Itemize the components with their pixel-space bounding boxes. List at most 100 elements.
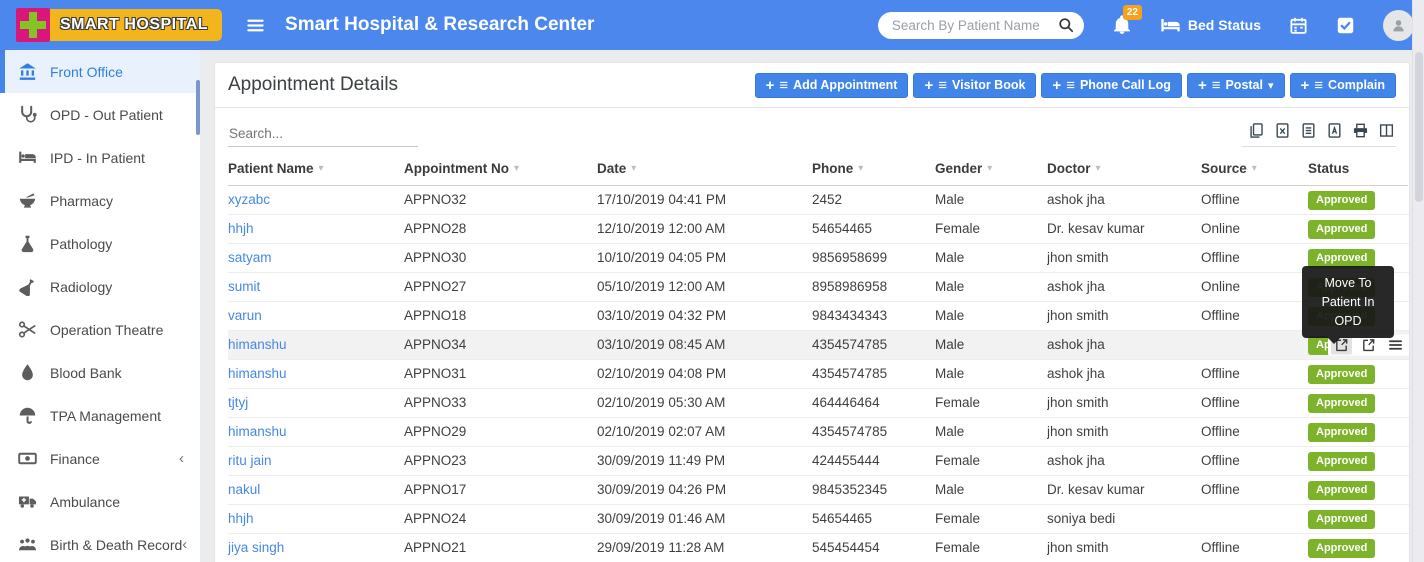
sidebar-item[interactable]: IPD - In Patient ‹ — [0, 136, 200, 179]
scrollbar-thumb[interactable] — [1415, 52, 1423, 202]
cell-date: 05/10/2019 12:00 AM — [597, 273, 812, 301]
patient-search-input[interactable] — [892, 18, 1058, 33]
column-header[interactable]: Doctor — [1047, 151, 1201, 185]
sidebar-item[interactable]: Pharmacy ‹ — [0, 179, 200, 222]
sidebar-item[interactable]: Blood Bank ‹ — [0, 351, 200, 394]
notifications-button[interactable]: 22 — [1112, 15, 1132, 35]
move-action-button[interactable] — [1358, 336, 1379, 355]
patient-link[interactable]: hhjh — [228, 221, 254, 236]
table-row[interactable]: himanshu APPNO29 02/10/2019 02:07 AM 435… — [228, 418, 1409, 447]
cell-doctor: jhon smith — [1047, 534, 1201, 562]
cell-source: Offline — [1201, 360, 1308, 388]
sort-icon[interactable] — [631, 163, 636, 174]
row-menu-button[interactable] — [1385, 336, 1406, 355]
sort-icon[interactable] — [858, 163, 863, 174]
patient-link[interactable]: nakul — [228, 482, 260, 497]
sidebar-scrollbar-thumb[interactable] — [196, 80, 200, 135]
export-icon — [1300, 122, 1317, 139]
table-row[interactable]: hhjh APPNO28 12/10/2019 12:00 AM 5465446… — [228, 215, 1409, 244]
patient-link[interactable]: hhjh — [228, 511, 254, 526]
search-icon[interactable] — [1058, 17, 1074, 33]
sort-icon[interactable] — [319, 163, 324, 174]
table-row[interactable]: varun APPNO18 03/10/2019 04:32 PM 984343… — [228, 302, 1409, 331]
column-header[interactable]: Phone — [812, 151, 935, 185]
app-title: Smart Hospital & Research Center — [285, 14, 594, 36]
sidebar-item[interactable]: Front Office ‹ — [0, 50, 200, 93]
sort-icon[interactable] — [987, 163, 992, 174]
patient-link[interactable]: ritu jain — [228, 453, 272, 468]
export-icon — [1326, 122, 1343, 139]
status-badge: Approved — [1308, 191, 1375, 211]
sidebar-toggle-button[interactable] — [246, 16, 265, 35]
patient-link[interactable]: himanshu — [228, 337, 287, 352]
toolbar-button[interactable]: Complain — [1290, 73, 1396, 98]
sidebar-item[interactable]: Ambulance ‹ — [0, 480, 200, 523]
table-row[interactable]: satyam APPNO30 10/10/2019 04:05 PM 98569… — [228, 244, 1409, 273]
cell-date: 02/10/2019 02:07 AM — [597, 418, 812, 446]
export-button[interactable] — [1378, 122, 1395, 139]
patient-link[interactable]: tjtyj — [228, 395, 248, 410]
patient-link[interactable]: sumit — [228, 279, 260, 294]
table-search-input[interactable] — [228, 123, 418, 147]
export-button[interactable] — [1352, 122, 1369, 139]
sidebar-item[interactable]: OPD - Out Patient ‹ — [0, 93, 200, 136]
sidebar-item-icon — [18, 363, 37, 382]
export-button[interactable] — [1300, 122, 1317, 139]
cell-patient-name: sumit — [228, 273, 404, 301]
cell-gender: Female — [935, 505, 1047, 533]
sidebar-item[interactable]: Operation Theatre ‹ — [0, 308, 200, 351]
cell-source: Offline — [1201, 186, 1308, 214]
sidebar-item[interactable]: Pathology ‹ — [0, 222, 200, 265]
patient-link[interactable]: himanshu — [228, 366, 287, 381]
table-row[interactable]: nakul APPNO17 30/09/2019 04:26 PM 984535… — [228, 476, 1409, 505]
toolbar-button[interactable]: Postal — [1187, 73, 1285, 98]
sort-icon[interactable] — [1252, 163, 1257, 174]
user-avatar[interactable] — [1383, 10, 1414, 41]
column-header[interactable]: Appointment No — [404, 151, 597, 185]
table-row[interactable]: ritu jain APPNO23 30/09/2019 11:49 PM 42… — [228, 447, 1409, 476]
column-header[interactable]: Source — [1201, 151, 1308, 185]
table-row[interactable]: himanshu APPNO31 02/10/2019 04:08 PM 435… — [228, 360, 1409, 389]
export-button[interactable] — [1326, 122, 1343, 139]
cell-appointment-no: APPNO32 — [404, 186, 597, 214]
toolbar-button[interactable]: Phone Call Log — [1041, 73, 1182, 98]
table-row[interactable]: jiya singh APPNO21 29/09/2019 11:28 AM 5… — [228, 534, 1409, 562]
cell-date: 30/09/2019 01:46 AM — [597, 505, 812, 533]
cell-patient-name: jiya singh — [228, 534, 404, 562]
patient-search[interactable] — [878, 12, 1084, 39]
caret-down-icon — [1268, 79, 1274, 92]
table-row[interactable]: tjtyj APPNO33 02/10/2019 05:30 AM 464446… — [228, 389, 1409, 418]
sidebar-item[interactable]: Radiology ‹ — [0, 265, 200, 308]
tasks-icon[interactable] — [1336, 16, 1355, 35]
app-logo[interactable]: SMART HOSPITAL — [16, 7, 222, 43]
table-row[interactable]: himanshu APPNO34 03/10/2019 08:45 AM 435… — [228, 331, 1409, 360]
sidebar-item[interactable]: Birth & Death Record ‹ — [0, 523, 200, 562]
column-header[interactable]: Gender — [935, 151, 1047, 185]
patient-link[interactable]: himanshu — [228, 424, 287, 439]
table-row[interactable]: sumit APPNO27 05/10/2019 12:00 AM 895898… — [228, 273, 1409, 302]
column-header[interactable]: Date — [597, 151, 812, 185]
sidebar-item[interactable]: TPA Management ‹ — [0, 394, 200, 437]
cell-doctor: Dr. kesav kumar — [1047, 215, 1201, 243]
column-header[interactable]: Status — [1308, 151, 1408, 185]
patient-link[interactable]: jiya singh — [228, 540, 284, 555]
sort-icon[interactable] — [1096, 163, 1101, 174]
bed-status-button[interactable]: Bed Status — [1160, 15, 1261, 36]
page-scrollbar[interactable] — [1412, 0, 1424, 562]
calendar-icon[interactable] — [1289, 16, 1308, 35]
patient-link[interactable]: xyzabc — [228, 192, 270, 207]
toolbar-button[interactable]: Visitor Book — [913, 73, 1036, 98]
sort-icon[interactable] — [514, 163, 519, 174]
export-button[interactable] — [1248, 122, 1265, 139]
sidebar-item[interactable]: Finance ‹ — [0, 437, 200, 480]
patient-link[interactable]: varun — [228, 308, 262, 323]
column-header[interactable]: Patient Name — [228, 151, 404, 185]
table-row[interactable]: hhjh APPNO24 30/09/2019 01:46 AM 5465446… — [228, 505, 1409, 534]
cell-appointment-no: APPNO34 — [404, 331, 597, 359]
table-row[interactable]: xyzabc APPNO32 17/10/2019 04:41 PM 2452 … — [228, 186, 1409, 215]
topbar-actions: 22 Bed Status — [878, 10, 1424, 41]
export-button[interactable] — [1274, 122, 1291, 139]
cell-doctor: jhon smith — [1047, 244, 1201, 272]
toolbar-button[interactable]: Add Appointment — [755, 73, 909, 98]
patient-link[interactable]: satyam — [228, 250, 272, 265]
